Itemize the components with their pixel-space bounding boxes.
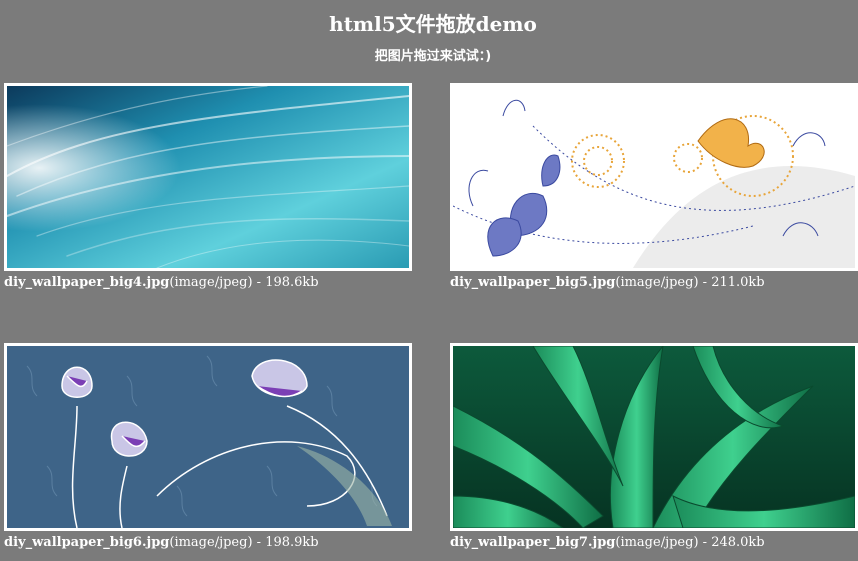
page-subtitle: 把图片拖过来试试：): [374, 49, 492, 64]
file-size: - 248.0kb: [698, 535, 765, 550]
image-card[interactable]: diy_wallpaper_big6.jpg(image/jpeg) - 198…: [4, 343, 414, 553]
image-card[interactable]: diy_wallpaper_big7.jpg(image/jpeg) - 248…: [450, 343, 858, 553]
file-name: diy_wallpaper_big7.jpg: [450, 535, 616, 550]
file-info: diy_wallpaper_big4.jpg(image/jpeg) - 198…: [4, 275, 319, 290]
file-size: - 198.9kb: [252, 535, 319, 550]
file-size: - 198.6kb: [252, 275, 319, 290]
page-title: html5文件拖放demo: [329, 12, 537, 36]
image-thumbnail[interactable]: [4, 343, 412, 531]
file-name: diy_wallpaper_big6.jpg: [4, 535, 170, 550]
file-type: (image/jpeg): [169, 535, 253, 550]
file-info: diy_wallpaper_big5.jpg(image/jpeg) - 211…: [450, 275, 765, 290]
image-card[interactable]: diy_wallpaper_big5.jpg(image/jpeg) - 211…: [450, 83, 858, 293]
drop-zone[interactable]: html5文件拖放demo 把图片拖过来试试：) diy_wallpaper_b…: [0, 0, 858, 561]
file-info: diy_wallpaper_big6.jpg(image/jpeg) - 198…: [4, 535, 319, 550]
image-thumbnail[interactable]: [450, 343, 858, 531]
file-type: (image/jpeg): [169, 275, 253, 290]
file-size: - 211.0kb: [698, 275, 765, 290]
file-type: (image/jpeg): [615, 535, 699, 550]
image-card[interactable]: diy_wallpaper_big4.jpg(image/jpeg) - 198…: [4, 83, 414, 293]
file-name: diy_wallpaper_big4.jpg: [4, 275, 170, 290]
image-thumbnail[interactable]: [4, 83, 412, 271]
image-thumbnail[interactable]: [450, 83, 858, 271]
file-info: diy_wallpaper_big7.jpg(image/jpeg) - 248…: [450, 535, 765, 550]
file-name: diy_wallpaper_big5.jpg: [450, 275, 616, 290]
file-type: (image/jpeg): [615, 275, 699, 290]
